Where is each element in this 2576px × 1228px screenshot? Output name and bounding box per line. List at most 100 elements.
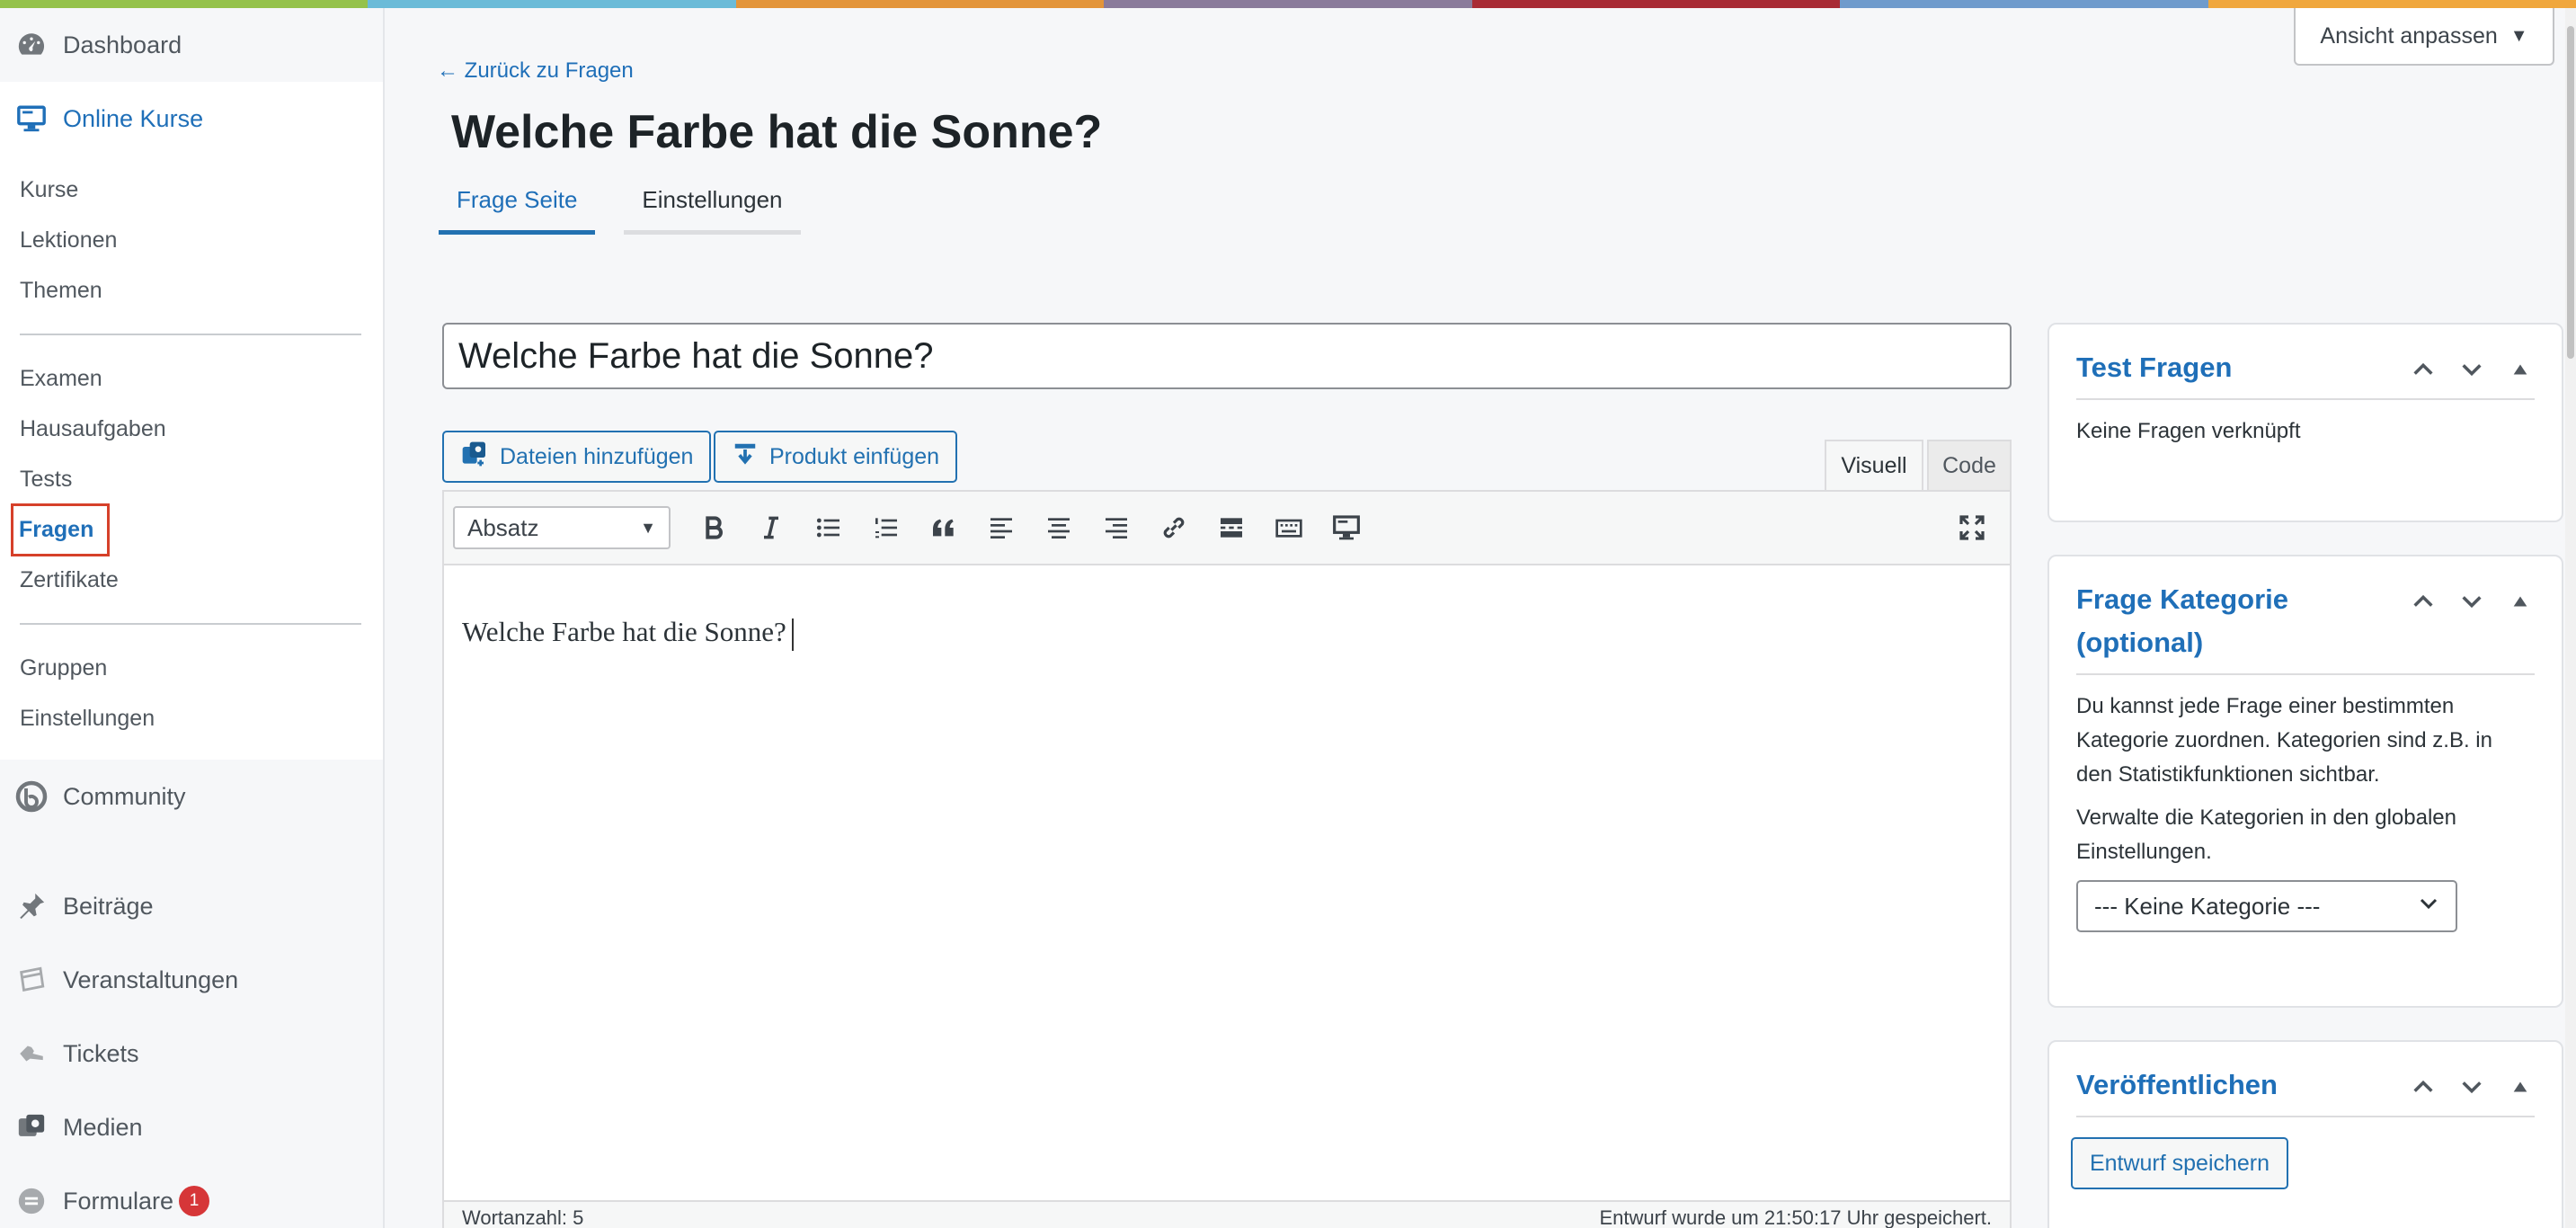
autosave-status: Entwurf wurde um 21:50:17 Uhr gespeicher…	[1599, 1206, 1992, 1228]
chevron-up-icon[interactable]	[2409, 1072, 2438, 1101]
calendar-icon	[14, 963, 49, 997]
align-center-icon[interactable]	[1030, 503, 1088, 553]
collapse-toggle-icon[interactable]	[2506, 1072, 2535, 1101]
link-icon[interactable]	[1145, 503, 1203, 553]
sidebar-item-medien[interactable]: Medien	[0, 1090, 383, 1164]
editor-content-area[interactable]: Welche Farbe hat die Sonne?	[444, 565, 2010, 701]
sidebar-item-gruppen[interactable]: Gruppen	[0, 643, 383, 693]
box-title: Veröffentlichen	[2076, 1069, 2278, 1100]
align-right-icon[interactable]	[1088, 503, 1145, 553]
box-body: Du kannst jede Frage einer bestimmten Ka…	[2049, 675, 2562, 950]
main-content: ← Zurück zu Fragen Welche Farbe hat die …	[386, 8, 2576, 1228]
sidebar-item-community[interactable]: Community	[0, 760, 383, 833]
box-body: Entwurf speichern	[2049, 1117, 2562, 1207]
chevron-up-icon[interactable]	[2409, 587, 2438, 616]
notification-badge: 1	[179, 1186, 210, 1216]
admin-sidebar: Dashboard Online Kurse Kurse Lektionen T…	[0, 8, 385, 1228]
sidebar-label: Online Kurse	[63, 104, 204, 132]
submenu-divider	[20, 334, 361, 335]
sidebar-item-lektionen[interactable]: Lektionen	[0, 215, 383, 265]
page-title: Welche Farbe hat die Sonne?	[451, 106, 1103, 158]
ticket-icon	[14, 1037, 49, 1071]
scrollbar-thumb[interactable]	[2567, 26, 2574, 359]
tab-einstellungen[interactable]: Einstellungen	[624, 186, 801, 235]
editor-toolbar: Absatz ▼	[444, 492, 2010, 565]
chevron-down-icon[interactable]	[2457, 1072, 2486, 1101]
sidebar-item-online-kurse[interactable]: Online Kurse	[0, 82, 383, 156]
editor-status-bar: Wortanzahl: 5 Entwurf wurde um 21:50:17 …	[444, 1200, 2010, 1228]
submenu-divider	[20, 623, 361, 625]
download-icon	[732, 440, 759, 474]
sidebar-item-tickets[interactable]: Tickets	[0, 1017, 383, 1090]
text-caret	[791, 618, 794, 651]
align-left-icon[interactable]	[973, 503, 1030, 553]
top-color-strip	[0, 0, 2576, 8]
dashboard-icon	[14, 28, 49, 62]
box-title: Test Fragen	[2076, 351, 2233, 383]
sidebar-label: Medien	[63, 1113, 143, 1141]
caret-down-icon: ▼	[2509, 25, 2528, 46]
chevron-up-icon[interactable]	[2409, 355, 2438, 384]
insert-product-button[interactable]: Produkt einfügen	[714, 431, 958, 483]
chevron-down-icon	[2418, 889, 2439, 923]
presentation-icon[interactable]	[1318, 503, 1375, 553]
add-media-button[interactable]: Dateien hinzufügen	[442, 431, 712, 483]
category-settings-text: Verwalte die Kategorien in den globalen …	[2076, 805, 2456, 864]
page-scrollbar[interactable]	[2565, 8, 2576, 1228]
sidebar-item-einstellungen[interactable]: Einstellungen	[0, 693, 383, 743]
category-select[interactable]: --- Keine Kategorie ---	[2076, 880, 2457, 932]
sidebar-item-themen[interactable]: Themen	[0, 265, 383, 316]
box-title: Frage Kategorie (optional)	[2076, 583, 2289, 658]
sidebar-item-zertifikate[interactable]: Zertifikate	[0, 555, 383, 605]
sidebar-item-tests[interactable]: Tests	[0, 454, 383, 504]
sidebar-item-fragen[interactable]: Fragen	[0, 503, 383, 556]
save-draft-button[interactable]: Entwurf speichern	[2071, 1137, 2288, 1189]
chevron-down-icon[interactable]	[2457, 587, 2486, 616]
sidebar-item-veranstaltungen[interactable]: Veranstaltungen	[0, 943, 383, 1017]
sidebar-label: Veranstaltungen	[63, 965, 239, 993]
sidebar-label: Dashboard	[63, 31, 182, 58]
back-to-questions-link[interactable]: ← Zurück zu Fragen	[437, 58, 634, 84]
read-more-icon[interactable]	[1203, 503, 1260, 553]
box-body: Keine Fragen verknüpft	[2076, 419, 2301, 443]
add-media-icon	[460, 440, 489, 475]
online-kurse-submenu: Kurse Lektionen Themen Examen Hausaufgab…	[0, 156, 383, 760]
form-icon	[14, 1184, 49, 1218]
numbered-list-icon[interactable]	[857, 503, 915, 553]
keyboard-icon[interactable]	[1260, 503, 1318, 553]
tab-frage-seite[interactable]: Frage Seite	[439, 186, 596, 235]
sidebar-item-dashboard[interactable]: Dashboard	[0, 8, 383, 82]
sidebar-label: Beiträge	[63, 892, 154, 920]
italic-icon[interactable]	[742, 503, 800, 553]
tab-visual[interactable]: Visuell	[1825, 440, 1923, 490]
sidebar-label: Tickets	[63, 1039, 139, 1067]
chevron-down-icon[interactable]	[2457, 355, 2486, 384]
sidebar-item-formulare[interactable]: Formulare 1	[0, 1164, 383, 1228]
format-select[interactable]: Absatz ▼	[453, 506, 671, 549]
category-help-text: Du kannst jede Frage einer bestimmten Ka…	[2076, 694, 2492, 787]
sidebar-item-kurse[interactable]: Kurse	[0, 165, 383, 215]
caret-down-icon: ▼	[640, 518, 656, 537]
monitor-icon	[14, 102, 49, 136]
collapse-toggle-icon[interactable]	[2506, 355, 2535, 384]
community-icon	[14, 779, 49, 814]
bullet-list-icon[interactable]	[800, 503, 857, 553]
question-title-input[interactable]: Welche Farbe hat die Sonne?	[442, 323, 2012, 389]
test-questions-box: Test Fragen Keine Fragen verknüpft	[2047, 323, 2563, 522]
collapse-toggle-icon[interactable]	[2506, 587, 2535, 616]
sidebar-label: Formulare	[63, 1187, 174, 1215]
customize-view-button[interactable]: Ansicht anpassen ▼	[2294, 8, 2554, 66]
publish-box: Veröffentlichen Entwurf speichern	[2047, 1040, 2563, 1228]
media-icon	[14, 1110, 49, 1144]
sidebar-item-examen[interactable]: Examen	[0, 353, 383, 404]
bold-icon[interactable]	[685, 503, 742, 553]
sidebar-item-hausaufgaben[interactable]: Hausaufgaben	[0, 404, 383, 454]
pushpin-icon	[14, 889, 49, 923]
page-tabs: Frage Seite Einstellungen	[439, 186, 801, 235]
content-editor: Absatz ▼ Welche Farbe hat die Sonne? Wor…	[442, 490, 2012, 1228]
word-count: Wortanzahl: 5	[462, 1206, 584, 1228]
sidebar-item-beitraege[interactable]: Beiträge	[0, 869, 383, 943]
fullscreen-icon[interactable]	[1943, 503, 2001, 553]
tab-code[interactable]: Code	[1927, 440, 2012, 490]
blockquote-icon[interactable]	[915, 503, 973, 553]
